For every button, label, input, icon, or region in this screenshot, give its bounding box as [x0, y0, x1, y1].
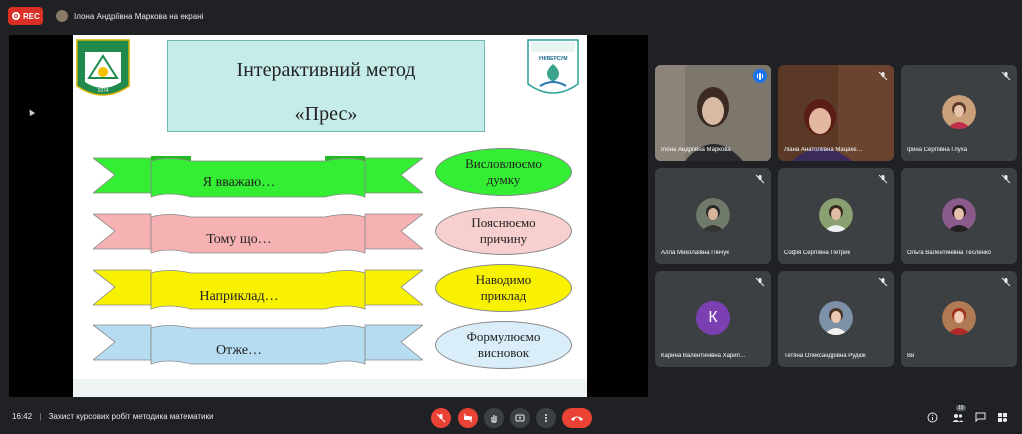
university-logo: 1974	[76, 39, 130, 96]
participant-name: Карина Валентинівна Харип…	[661, 353, 746, 359]
raise-hand-button[interactable]	[484, 408, 504, 428]
present-icon	[515, 414, 525, 422]
presenter-avatar	[56, 10, 68, 22]
chat-button[interactable]	[973, 410, 987, 424]
oval-line: причину	[479, 231, 528, 246]
logo-year: 1974	[97, 88, 108, 94]
participant-name: Софія Сергіївна Петрик	[784, 250, 851, 256]
mic-off-icon	[878, 174, 888, 184]
meeting-info: 16:42 | Захист курсових робіт методика м…	[12, 412, 213, 421]
mic-off-icon	[436, 413, 446, 423]
separator: |	[39, 412, 42, 421]
participant-tile[interactable]: Алла Миколаївна Пінчук	[655, 168, 771, 264]
leave-call-button[interactable]	[562, 408, 592, 428]
banner-label: Наприклад…	[199, 289, 279, 304]
participant-name: Тетяна Олександрівна Рудюк	[784, 353, 866, 359]
oval-line: приклад	[480, 288, 527, 303]
oval-label: Формулюємо висновок	[435, 321, 572, 369]
banner-label: Я вважаю…	[202, 175, 276, 190]
oval-line: Пояснюємо	[471, 214, 536, 230]
hand-icon	[491, 415, 497, 423]
cursor-icon	[26, 107, 36, 117]
mic-toggle-button[interactable]	[431, 408, 451, 428]
participant-name: Ірина Сергіївна Глуха	[907, 147, 968, 153]
slide-subtitle: «Прес»	[294, 103, 358, 125]
avatar	[942, 95, 976, 129]
participant-tile[interactable]: К Карина Валентинівна Харип…	[655, 271, 771, 367]
participant-tile[interactable]: Ольга Валентинівна Тесленко	[901, 168, 1017, 264]
slide-title: Інтерактивний метод	[236, 59, 416, 81]
chat-icon	[975, 412, 985, 422]
participant-tile[interactable]: Тетяна Олександрівна Рудюк	[778, 271, 894, 367]
activities-button[interactable]	[995, 410, 1009, 424]
people-button[interactable]	[951, 410, 965, 424]
faculty-logo: УНІВЕРСУМ	[527, 39, 579, 94]
oval-line: думку	[486, 172, 521, 187]
hangup-icon	[571, 416, 583, 421]
participant-tile[interactable]: Ви	[901, 271, 1017, 367]
top-bar: REC Ілона Андріївна Маркова на екрані	[0, 0, 1022, 32]
avatar-letter: К	[696, 301, 730, 335]
people-icon	[952, 413, 964, 422]
oval-label: Висловлюємо думку	[435, 148, 572, 196]
oval-label: Пояснюємо причину	[435, 207, 572, 255]
oval-line: Наводимо	[475, 271, 532, 287]
speaking-indicator-icon	[753, 69, 767, 83]
presentation-slide: 1974 УНІВЕРСУМ Інтерактивний метод «Прес…	[73, 35, 587, 397]
oval-line: Висловлюємо	[465, 155, 542, 171]
presenter-indicator: Ілона Андріївна Маркова на екрані	[56, 8, 203, 24]
avatar	[942, 198, 976, 232]
mic-off-icon	[878, 71, 888, 81]
mic-off-icon	[1001, 174, 1011, 184]
more-options-button[interactable]	[536, 408, 556, 428]
avatar	[819, 198, 853, 232]
mic-off-icon	[878, 277, 888, 287]
mic-off-icon	[755, 277, 765, 287]
info-icon	[927, 412, 937, 422]
banner-label: Отже…	[215, 343, 263, 358]
recording-label: REC	[23, 11, 40, 21]
participant-name: Ольга Валентинівна Тесленко	[907, 250, 991, 256]
oval-line: висновок	[477, 345, 530, 360]
activities-icon	[997, 412, 1007, 422]
meeting-title: Захист курсових робіт методика математик…	[48, 412, 214, 421]
mic-off-icon	[1001, 71, 1011, 81]
recording-badge[interactable]: REC	[8, 7, 43, 25]
avatar	[942, 301, 976, 335]
participant-tile[interactable]: Ілона Андріївна Маркова	[655, 65, 771, 161]
participant-tile[interactable]: Софія Сергіївна Петрик	[778, 168, 894, 264]
presenter-label: Ілона Андріївна Маркова на екрані	[74, 11, 204, 21]
mic-off-icon	[1001, 277, 1011, 287]
mic-off-icon	[755, 174, 765, 184]
camera-off-icon	[463, 413, 473, 423]
participant-tile[interactable]: Ліана Анатоліївна Мацаке…	[778, 65, 894, 161]
logo-right-title: УНІВЕРСУМ	[538, 56, 567, 62]
slide-title-box: Інтерактивний метод «Прес»	[167, 40, 485, 132]
slide-footer	[73, 379, 587, 397]
banner-label: Тому що…	[206, 232, 272, 247]
participant-tile[interactable]: Ірина Сергіївна Глуха	[901, 65, 1017, 161]
oval-label: Наводимо приклад	[435, 264, 572, 312]
bottom-bar: 16:42 | Захист курсових робіт методика м…	[0, 400, 1022, 434]
participant-count-badge: 10	[956, 405, 966, 411]
participant-name: Ліана Анатоліївна Мацаке…	[784, 147, 863, 153]
oval-line: Формулюємо	[466, 328, 541, 344]
more-icon	[545, 414, 547, 422]
participant-name: Ілона Андріївна Маркова	[661, 147, 731, 153]
record-icon	[12, 12, 20, 20]
participant-name: Алла Миколаївна Пінчук	[661, 250, 729, 256]
avatar	[819, 301, 853, 335]
camera-toggle-button[interactable]	[458, 408, 478, 428]
avatar	[696, 198, 730, 232]
present-button[interactable]	[510, 408, 530, 428]
clock-time: 16:42	[12, 412, 33, 421]
participant-name: Ви	[907, 353, 915, 359]
meeting-details-button[interactable]	[925, 410, 939, 424]
